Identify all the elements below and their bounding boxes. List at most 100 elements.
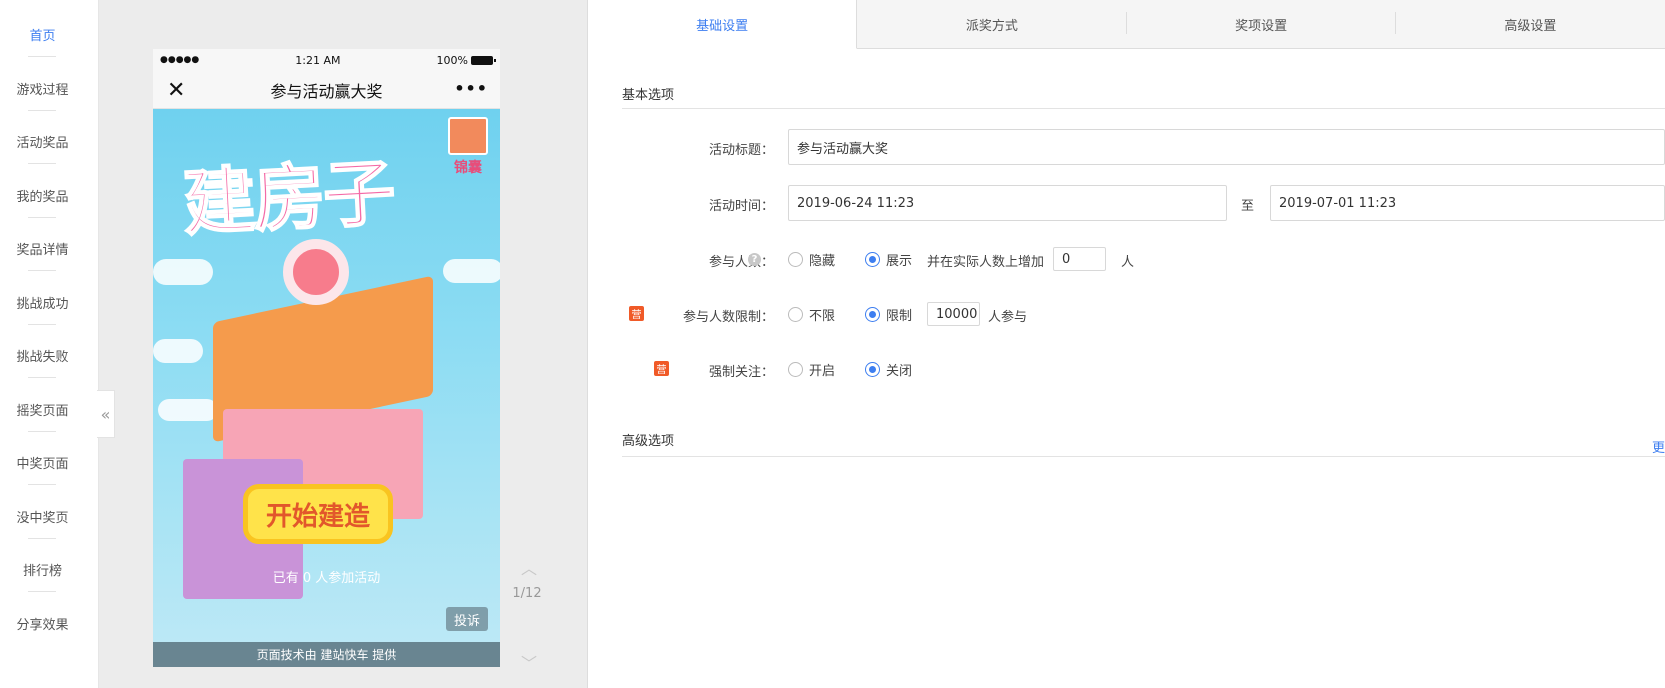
nav-item-lottery-page[interactable]: 摇奖页面 (0, 400, 85, 419)
start-time-input[interactable]: 2019-06-24 11:23 (788, 185, 1227, 221)
radio-dot (788, 252, 803, 267)
building-icon (448, 117, 488, 155)
tech-footer: 页面技术由 建站快车 提供 (153, 642, 500, 667)
nav-divider (28, 163, 56, 164)
radio-hide[interactable]: 隐藏 (788, 250, 835, 269)
nav-divider (28, 110, 56, 111)
status-time: 1:21 AM (295, 53, 341, 67)
start-build-button[interactable]: 开始建造 (243, 484, 393, 544)
signal-icon: ●●●●● (160, 55, 200, 65)
limit-count-input[interactable]: 10000 (927, 302, 980, 326)
end-time-input[interactable]: 2019-07-01 11:23 (1270, 185, 1665, 221)
battery-percent: 100% (436, 53, 468, 67)
page-down-icon[interactable]: ﹀ (517, 650, 541, 673)
marketing-badge-icon: 营 (629, 306, 644, 321)
section-divider (622, 456, 1665, 457)
close-icon[interactable]: ✕ (167, 78, 185, 103)
help-icon[interactable]: ? (748, 253, 761, 266)
radio-follow-on[interactable]: 开启 (788, 360, 835, 379)
nav-item-leaderboard[interactable]: 排行榜 (0, 560, 85, 579)
cloud-decoration (158, 399, 218, 421)
radio-dot (788, 307, 803, 322)
add-count-unit: 人 (1121, 255, 1135, 270)
nav-item-win-page[interactable]: 中奖页面 (0, 453, 85, 472)
limit-count-unit: 人参与 (988, 310, 1028, 325)
radio-limited[interactable]: 限制 (865, 305, 912, 324)
cloud-decoration (153, 259, 213, 285)
complain-button[interactable]: 投诉 (446, 607, 488, 631)
game-logo: 建房子 (180, 150, 396, 247)
cloud-decoration (443, 259, 500, 283)
radio-label: 不限 (809, 309, 836, 324)
nav-divider (28, 538, 56, 539)
nav-item-prize-details[interactable]: 奖品详情 (0, 239, 85, 258)
tab-prize-settings[interactable]: 奖项设置 (1126, 0, 1396, 49)
radio-show[interactable]: 展示 (865, 250, 912, 269)
radio-dot (788, 362, 803, 377)
activity-title-input[interactable]: 参与活动赢大奖 (788, 129, 1665, 165)
participant-limit-label: 参与人数限制： (682, 310, 774, 325)
nav-divider (28, 377, 56, 378)
game-canvas: 建房子 锦囊 开始建造 已有 0 人参加活动 投诉 页面技术由 建站快车 提供 (153, 109, 500, 667)
nav-divider (28, 324, 56, 325)
tab-label: 基础设置 (696, 18, 749, 34)
game-logo-sub: 锦囊 (454, 160, 482, 176)
join-count-text: 已有 0 人参加活动 (272, 571, 381, 586)
page-up-icon[interactable]: ︿ (517, 555, 541, 578)
radio-dot (865, 362, 880, 377)
nav-item-home[interactable]: 首页 (0, 25, 85, 44)
collapse-sidebar-button[interactable]: « (97, 390, 115, 438)
nav-item-challenge-success[interactable]: 挑战成功 (0, 293, 85, 312)
activity-title-label: 活动标题： (708, 143, 774, 158)
nav-divider (28, 270, 56, 271)
time-separator: 至 (1241, 199, 1255, 214)
nav-divider (28, 217, 56, 218)
cloud-decoration (153, 339, 203, 363)
add-count-text: 并在实际人数上增加 (927, 255, 1045, 270)
basic-section-title: 基本选项 (622, 88, 675, 103)
nav-divider (28, 431, 56, 432)
phone-status-bar: ●●●●● 1:21 AM 100% (153, 49, 500, 71)
tab-basic-settings[interactable]: 基础设置 (588, 0, 858, 49)
tab-advanced-settings[interactable]: 高级设置 (1395, 0, 1665, 49)
crane-hook-illustration (283, 239, 349, 305)
radio-label: 开启 (809, 364, 836, 379)
advanced-section-title: 高级选项 (622, 434, 675, 449)
nav-item-my-prizes[interactable]: 我的奖品 (0, 186, 85, 205)
force-follow-label: 强制关注： (708, 365, 774, 380)
radio-follow-off[interactable]: 关闭 (865, 360, 912, 379)
radio-label: 关闭 (886, 364, 913, 379)
marketing-badge-icon: 营 (654, 361, 669, 376)
more-icon[interactable]: ••• (454, 79, 488, 98)
nav-divider (28, 484, 56, 485)
advanced-more-link[interactable]: 更 (1652, 437, 1665, 456)
tab-label: 高级设置 (1504, 18, 1557, 34)
radio-dot (865, 307, 880, 322)
tab-award-method[interactable]: 派奖方式 (857, 0, 1127, 49)
battery-indicator: 100% (436, 53, 496, 67)
add-count-input[interactable]: 0 (1053, 247, 1106, 271)
nav-item-activity-prizes[interactable]: 活动奖品 (0, 132, 85, 151)
settings-tabs: 基础设置 派奖方式 奖项设置 高级设置 (588, 0, 1665, 49)
radio-dot (865, 252, 880, 267)
nav-item-share-effect[interactable]: 分享效果 (0, 614, 85, 633)
left-nav: 首页 游戏过程 活动奖品 我的奖品 奖品详情 挑战成功 挑战失败 摇奖页面 中奖… (0, 0, 99, 688)
preview-area: « ●●●●● 1:21 AM 100% ✕ 参与活动赢大奖 ••• 建房子 锦… (97, 0, 588, 688)
tab-label: 派奖方式 (965, 18, 1018, 34)
page-indicator: 1/12 (512, 586, 542, 601)
radio-label: 限制 (886, 309, 913, 324)
nav-item-game-process[interactable]: 游戏过程 (0, 79, 85, 98)
tab-label: 奖项设置 (1235, 18, 1288, 34)
radio-label: 展示 (886, 254, 913, 269)
battery-icon (471, 55, 496, 65)
phone-preview: ●●●●● 1:21 AM 100% ✕ 参与活动赢大奖 ••• 建房子 锦囊 … (153, 49, 500, 667)
nav-divider (28, 56, 56, 57)
nav-item-no-win-page[interactable]: 没中奖页 (0, 507, 85, 526)
radio-unlimited[interactable]: 不限 (788, 305, 835, 324)
section-divider (622, 108, 1665, 109)
activity-time-label: 活动时间： (708, 199, 774, 214)
settings-panel: 基础设置 派奖方式 奖项设置 高级设置 基本选项 活动标题： 参与活动赢大奖 活… (588, 0, 1665, 688)
nav-item-challenge-fail[interactable]: 挑战失败 (0, 346, 85, 365)
phone-page-title: 参与活动赢大奖 (270, 81, 383, 101)
radio-label: 隐藏 (809, 254, 836, 269)
